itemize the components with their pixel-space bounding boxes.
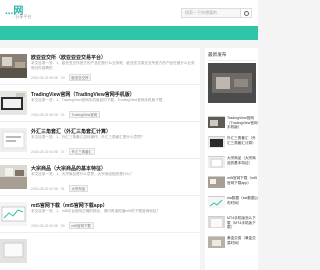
post-meta: 2024-08-02 08:08 · 20 欧亚亚交所	[31, 74, 92, 81]
sidebar-featured-image[interactable]	[208, 63, 256, 103]
post-title[interactable]: 欧亚亚交所（欧亚亚亚交易平台）	[31, 54, 106, 61]
post-thumbnail[interactable]	[0, 202, 27, 226]
post-excerpt: 本文目录一览：1、mt5平台官网正确的网址，请问有谁知道mt5的下载官网地址？	[31, 209, 160, 213]
sidebar-post-item[interactable]: TradingView官网（TradingView官网手机版）	[208, 114, 258, 132]
sidebar-post-item[interactable]: 大宗商品（大宗商品的基本特征）	[208, 154, 258, 172]
post-date: 2024-08-02 08:08	[31, 76, 58, 80]
post-date: 2024-08-02 02:08	[31, 187, 58, 191]
sidebar-post-title[interactable]: eia数据（eia数据公布时间）	[227, 196, 259, 205]
post-title[interactable]: 大宗商品（大宗商品的基本特征）	[31, 165, 106, 172]
sidebar-post-thumbnail[interactable]	[208, 176, 225, 188]
post-tag[interactable]: 大宗商品	[68, 185, 89, 192]
post-excerpt: 本文目录一览：1、外汇三角套汇如何操作，外汇三角套汇是什么意思？	[31, 135, 145, 139]
sidebar-post-title[interactable]: 大宗商品（大宗商品的基本特征）	[227, 156, 259, 165]
site-header: ...网 ...分享平台 搜索一下你想要的	[0, 0, 258, 26]
post-date: 2024-08-02 00:08	[31, 224, 58, 228]
post-date: 2024-08-02 06:08	[31, 113, 58, 117]
post-item[interactable]	[0, 233, 200, 270]
sidebar-post-item[interactable]: eia数据（eia数据公布时间）	[208, 194, 258, 212]
post-thumbnail[interactable]	[0, 239, 27, 263]
sidebar-post-thumbnail[interactable]	[208, 116, 225, 128]
post-tag[interactable]: TradingView官网	[68, 111, 100, 118]
sidebar-post-title[interactable]: 外汇三角套汇（外汇三角套汇计算）	[227, 136, 259, 145]
post-excerpt: 本文目录一览：1、欧亚亚交所官方的产品在做什么业务呢，欧亚亚交易亚交所官方的产品…	[31, 61, 195, 70]
post-views: 31	[60, 187, 65, 191]
post-item[interactable]: 外汇三角套汇（外汇三角套汇计算） 本文目录一览：1、外汇三角套汇如何操作，外汇三…	[0, 122, 200, 159]
sidebar-divider	[208, 60, 256, 61]
post-item[interactable]: 欧亚亚交所（欧亚亚亚交易平台） 本文目录一览：1、欧亚亚交所官方的产品在做什么业…	[0, 48, 200, 85]
post-title[interactable]: TradingView官网（TradingView官网手机版）	[31, 91, 135, 98]
post-views: 21	[60, 150, 65, 154]
post-tag[interactable]: 外汇三角套汇	[68, 148, 95, 155]
sidebar-post-title[interactable]: 黄金交易（黄金交易时间）	[227, 236, 259, 245]
post-excerpt: 本文目录一览：1、大宗商品是什么意思，大宗商品指的是什么？	[31, 172, 134, 176]
post-title[interactable]: mt5官网下载（mt5官网下载app）	[31, 202, 108, 209]
post-thumbnail[interactable]	[0, 165, 27, 189]
post-meta: 2024-08-02 06:08 · 21 TradingView官网	[31, 111, 100, 118]
sidebar-title: 最新发布	[208, 52, 227, 57]
post-meta: 2024-08-02 02:08 · 31 大宗商品	[31, 185, 89, 192]
search-input[interactable]: 搜索一下你想要的	[181, 8, 241, 18]
site-tagline: ...分享平台	[12, 14, 32, 19]
search-button[interactable]	[241, 8, 252, 18]
sidebar-post-thumbnail[interactable]	[208, 136, 225, 148]
sidebar-post-thumbnail[interactable]	[208, 196, 225, 208]
post-tag[interactable]: mt5官网下载	[68, 222, 94, 229]
post-thumbnail[interactable]	[0, 91, 27, 115]
post-date: 2024-08-02 04:08	[31, 150, 58, 154]
sidebar: 最新发布 TradingView官网（TradingView官网手机版） 外汇三…	[205, 48, 258, 270]
post-thumbnail[interactable]	[0, 128, 27, 152]
sidebar-post-item[interactable]: mt5官网下载（mt5官网下载app）	[208, 174, 258, 192]
post-list: 欧亚亚交所（欧亚亚亚交易平台） 本文目录一览：1、欧亚亚交所官方的产品在做什么业…	[0, 48, 200, 270]
post-tag[interactable]: 欧亚亚交所	[68, 74, 92, 81]
main-nav-bar	[0, 26, 258, 40]
sidebar-post-title[interactable]: mt5官网下载（mt5官网下载app）	[227, 176, 259, 185]
sidebar-post-thumbnail[interactable]	[208, 156, 225, 168]
post-meta: 2024-08-02 04:08 · 21 外汇三角套汇	[31, 148, 95, 155]
sidebar-post-item[interactable]: 外汇三角套汇（外汇三角套汇计算）	[208, 134, 258, 152]
post-item[interactable]: mt5官网下载（mt5官网下载app） 本文目录一览：1、mt5平台官网正确的网…	[0, 196, 200, 233]
post-views: 30	[60, 224, 65, 228]
sidebar-post-thumbnail[interactable]	[208, 216, 225, 228]
sidebar-post-thumbnail[interactable]	[208, 236, 225, 248]
sidebar-post-title[interactable]: MT4手机版怎么下载（MT4手机版下载）	[227, 216, 259, 230]
post-meta: 2024-08-02 00:08 · 30 mt5官网下载	[31, 222, 94, 229]
sidebar-post-title[interactable]: TradingView官网（TradingView官网手机版）	[227, 116, 259, 130]
post-views: 20	[60, 76, 65, 80]
post-item[interactable]: 大宗商品（大宗商品的基本特征） 本文目录一览：1、大宗商品是什么意思，大宗商品指…	[0, 159, 200, 196]
post-title[interactable]: 外汇三角套汇（外汇三角套汇计算）	[31, 128, 111, 135]
sidebar-post-item[interactable]: 黄金交易（黄金交易时间）	[208, 234, 258, 252]
sidebar-post-item[interactable]: MT4手机版怎么下载（MT4手机版下载）	[208, 214, 258, 232]
post-thumbnail[interactable]	[0, 54, 27, 78]
post-views: 21	[60, 113, 65, 117]
post-item[interactable]: TradingView官网（TradingView官网手机版） 本文目录一览：1…	[0, 85, 200, 122]
post-excerpt: 本文目录一览：1、TradingView官网手机版如何下载，TradingVie…	[31, 98, 163, 102]
